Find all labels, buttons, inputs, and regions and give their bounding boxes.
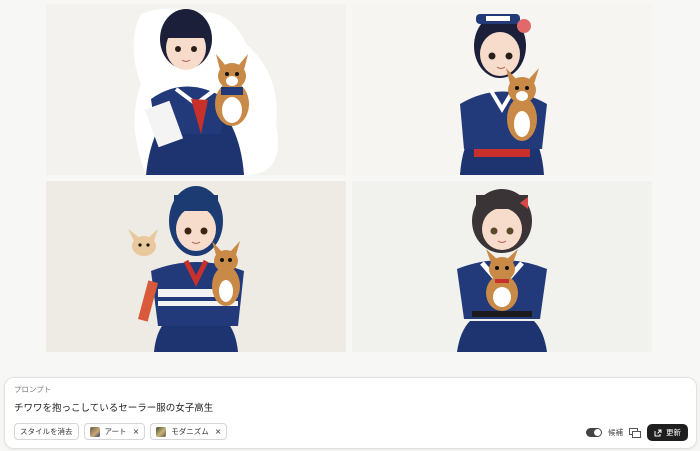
style-chip-modernism[interactable]: モダニズム × xyxy=(150,423,228,440)
prompt-label: プロンプト xyxy=(14,385,52,394)
image-gallery xyxy=(46,4,654,352)
prompt-panel: プロンプト チワワを抱っこしているセーラー服の女子高生 スタイルを消去 アート … xyxy=(4,377,697,449)
style-chips: スタイルを消去 アート × モダニズム × xyxy=(14,423,228,440)
prompt-controls: 候補 更新 xyxy=(586,424,688,441)
remove-modernism-close-icon[interactable]: × xyxy=(215,427,222,436)
style-chip-modernism-label: モダニズム xyxy=(171,427,209,436)
external-link-icon xyxy=(654,429,662,436)
generated-image-1[interactable] xyxy=(46,4,346,175)
update-button-label: 更新 xyxy=(666,428,681,437)
modernism-thumbnail-icon xyxy=(156,426,167,437)
generated-image-4[interactable] xyxy=(352,181,652,352)
generated-image-2[interactable] xyxy=(352,4,652,175)
remove-art-close-icon[interactable]: × xyxy=(133,427,140,436)
clear-style-label: スタイルを消去 xyxy=(20,427,73,436)
illustration-girl-chihuahua-4-icon xyxy=(352,181,652,352)
style-chip-art[interactable]: アート × xyxy=(83,423,146,440)
clear-style-button[interactable]: スタイルを消去 xyxy=(14,423,79,440)
prompt-input[interactable]: チワワを抱っこしているセーラー服の女子高生 xyxy=(14,400,213,414)
illustration-girl-chihuahua-2-icon xyxy=(352,4,652,175)
illustration-girl-chihuahua-1-icon xyxy=(46,4,346,175)
generated-image-3[interactable] xyxy=(46,181,346,352)
art-thumbnail-icon xyxy=(89,426,100,437)
style-chip-art-label: アート xyxy=(104,427,127,436)
update-button[interactable]: 更新 xyxy=(647,424,688,441)
suggestions-toggle[interactable] xyxy=(586,428,602,437)
illustration-girl-chihuahua-3-icon xyxy=(46,181,346,352)
suggestions-toggle-label: 候補 xyxy=(608,428,623,437)
candidates-icon[interactable] xyxy=(629,427,641,438)
